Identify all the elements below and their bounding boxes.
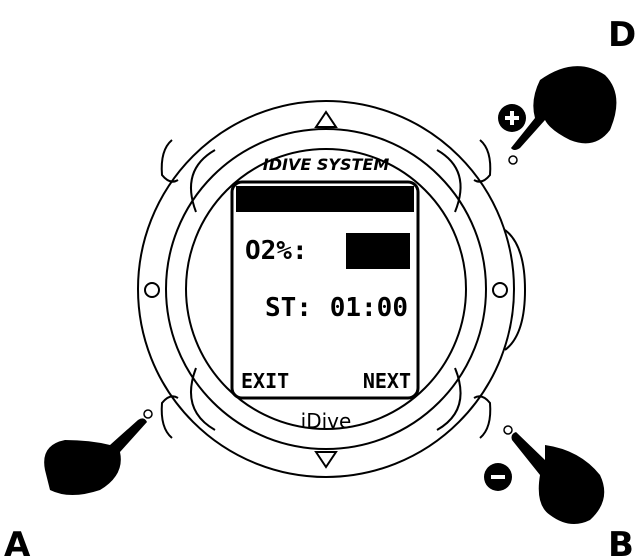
o2-label: O2%: bbox=[245, 236, 308, 266]
bezel-left-dot bbox=[144, 282, 160, 298]
label-b: B bbox=[608, 525, 634, 560]
press-point-d bbox=[508, 155, 518, 165]
bezel-bottom-triangle bbox=[314, 451, 338, 469]
brand-label: iDive bbox=[301, 409, 352, 433]
bezel-top-triangle bbox=[314, 110, 338, 128]
bezel-right-dot bbox=[492, 282, 508, 298]
press-point-a bbox=[143, 409, 153, 419]
dive-computer-diagram: IDIVE SYSTEM PLANNER O2%: 21% ST: 01:00 … bbox=[4, 15, 636, 560]
exit-action[interactable]: EXIT bbox=[241, 369, 289, 393]
label-a: A bbox=[4, 525, 31, 560]
lcd-frame bbox=[230, 180, 420, 400]
screen-logo: IDIVE SYSTEM bbox=[263, 155, 390, 174]
screen-title: PLANNER bbox=[271, 189, 379, 211]
st-value: 01:00 bbox=[330, 293, 408, 323]
hand-bottom-right bbox=[503, 425, 605, 524]
minus-badge bbox=[484, 463, 512, 491]
press-point-b bbox=[503, 425, 513, 435]
hand-bottom-left bbox=[44, 409, 153, 495]
st-label: ST: bbox=[265, 293, 312, 323]
label-d: D bbox=[608, 15, 636, 55]
screen: IDIVE SYSTEM PLANNER O2%: 21% ST: 01:00 … bbox=[230, 155, 420, 400]
o2-value[interactable]: 21% bbox=[355, 238, 402, 268]
next-action[interactable]: NEXT bbox=[363, 369, 411, 393]
plus-badge bbox=[498, 104, 526, 132]
